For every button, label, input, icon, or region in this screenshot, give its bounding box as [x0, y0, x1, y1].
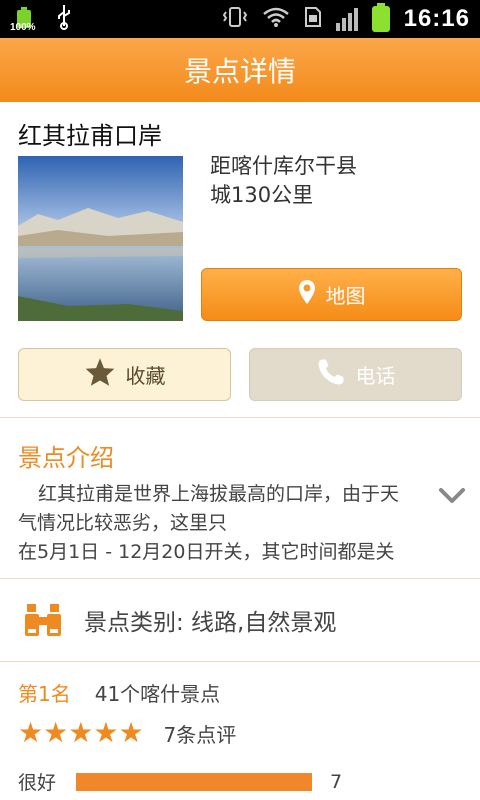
battery-small-icon: 100% [10, 4, 38, 34]
intro-line-3: 在5月1日 - 12月20日开关，其它时间都是关 [18, 541, 395, 563]
phone-icon [316, 357, 346, 392]
phone-button-label: 电话 [355, 364, 396, 388]
distance-text: 距喀什库尔干县 城130公里 [210, 152, 400, 210]
battery-icon [371, 3, 390, 32]
star-icon: ★ [93, 716, 119, 749]
map-button[interactable]: 地图 [201, 268, 462, 321]
phone-button[interactable]: 电话 [249, 348, 462, 401]
divider [0, 417, 480, 418]
ranking-row: 第1名 41个喀什景点 [18, 678, 220, 707]
binoculars-icon [22, 599, 64, 641]
intro-line-2: 气情况比较恶劣，这里只 [18, 512, 228, 534]
title-bar: 景点详情 [0, 38, 480, 102]
favorite-button-label: 收藏 [125, 364, 166, 388]
rank-label: 第1名 [18, 682, 71, 706]
distance-line-2: 城130公里 [210, 183, 314, 207]
place-photo[interactable] [18, 156, 183, 321]
battery-percent: 100% [10, 22, 36, 33]
signal-icon [335, 7, 358, 31]
usb-icon [56, 4, 72, 36]
favorite-button[interactable]: 收藏 [18, 348, 231, 401]
intro-line-1: 红其拉甫是世界上海拔最高的口岸，由于天 [38, 483, 400, 505]
map-pin-icon [298, 279, 316, 310]
intro-text[interactable]: 红其拉甫是世界上海拔最高的口岸，由于天 气情况比较恶劣，这里只 在5月1日 - … [18, 480, 438, 567]
sim-icon [304, 6, 322, 32]
star-icon [84, 357, 116, 392]
star-icon: ★ [43, 716, 69, 749]
review-count: 7条点评 [163, 722, 237, 747]
rating-bar-track [76, 772, 312, 791]
wifi-icon [262, 6, 290, 32]
star-icon: ★ [18, 716, 44, 749]
map-button-label: 地图 [325, 284, 366, 308]
status-bar: 100% 16:16 [0, 0, 480, 38]
chevron-down-icon[interactable] [438, 485, 466, 511]
rating-bar-count: 7 [330, 770, 343, 793]
divider [0, 661, 480, 662]
rating-bar-fill [76, 772, 312, 791]
place-name: 红其拉甫口岸 [18, 122, 162, 150]
rating-row[interactable]: ★ ★ ★ ★ ★ 7条点评 [18, 718, 236, 748]
category-text: 景点类别: 线路,自然景观 [84, 610, 337, 636]
star-icon: ★ [118, 716, 144, 749]
distance-line-1: 距喀什库尔干县 [210, 154, 357, 178]
page-title: 景点详情 [183, 55, 296, 88]
star-icon: ★ [68, 716, 94, 749]
category-row: 景点类别: 线路,自然景观 [0, 579, 480, 661]
star-rating: ★ ★ ★ ★ ★ [18, 718, 144, 748]
rating-bar-label: 很好 [18, 772, 57, 794]
intro-title: 景点介绍 [18, 444, 114, 472]
rank-description: 41个喀什景点 [94, 682, 221, 706]
clock: 16:16 [403, 5, 470, 32]
vibrate-icon [222, 5, 248, 33]
rating-bar-row: 很好 7 [18, 768, 342, 795]
